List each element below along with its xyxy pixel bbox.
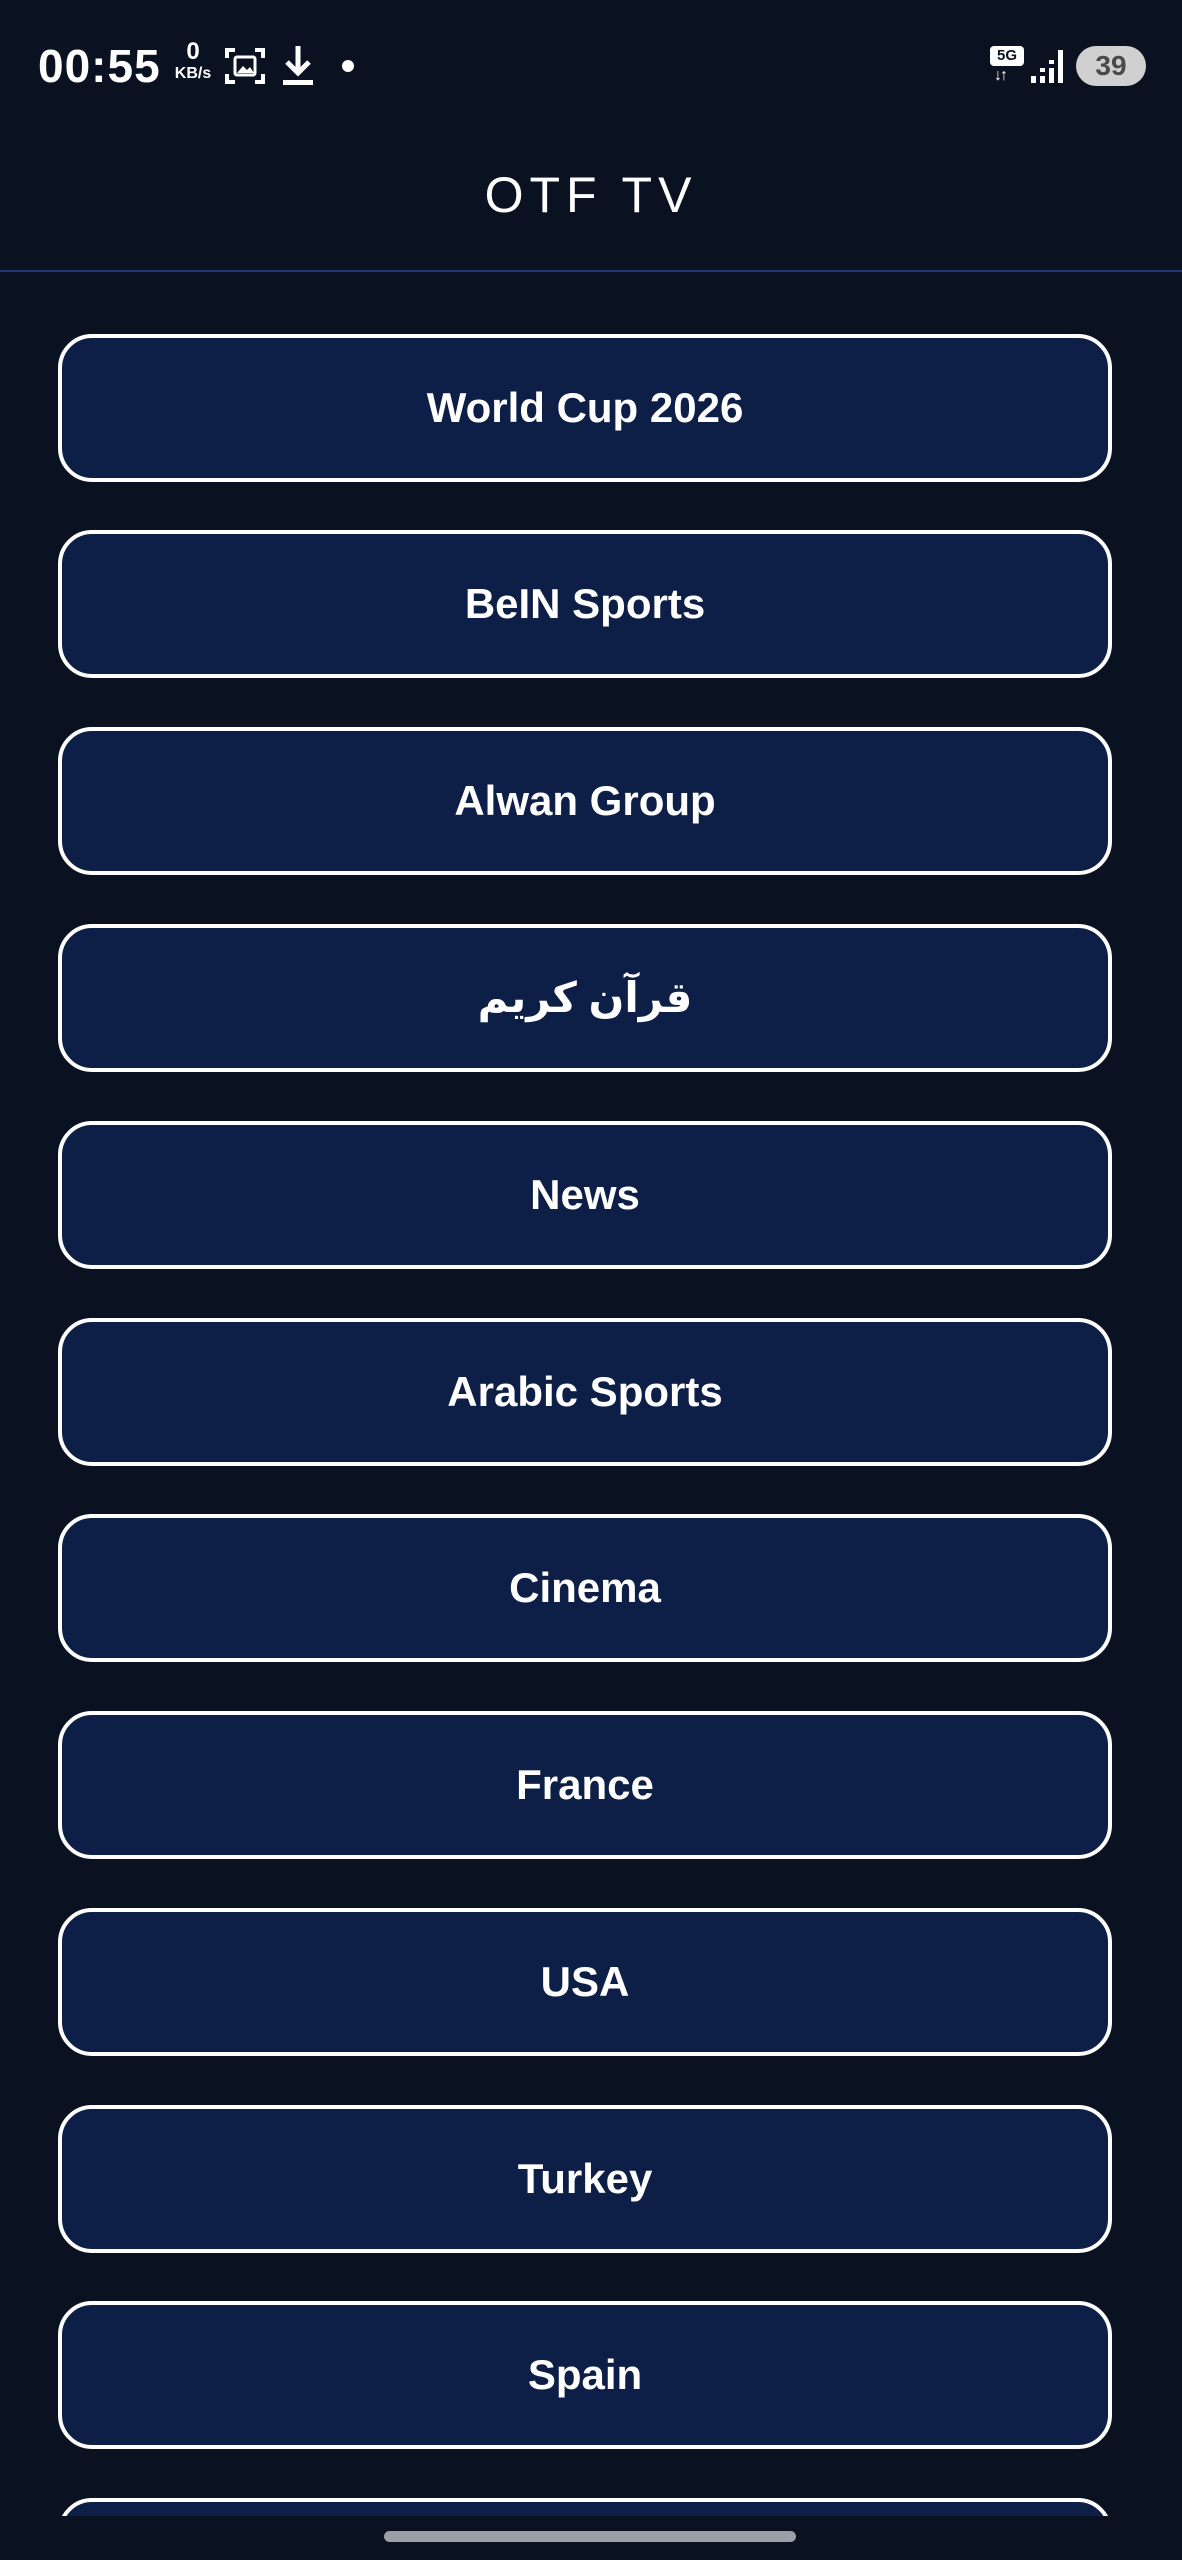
battery-icon: 39 [1076,46,1146,86]
screenshot-icon [225,48,265,84]
category-button-spain[interactable]: Spain [58,2301,1112,2449]
network-speed-value: 0 [186,38,200,65]
category-button-alwan-group[interactable]: Alwan Group [58,727,1112,875]
category-button-world-cup-2026[interactable]: World Cup 2026 [58,334,1112,482]
category-button-france[interactable]: France [58,1711,1112,1859]
category-button-partial[interactable] [58,2498,1112,2516]
notification-dot-icon [342,60,354,72]
data-arrows-icon: ↓↑ [994,67,1008,84]
category-button-arabic-sports[interactable]: Arabic Sports [58,1318,1112,1466]
download-icon [283,46,313,85]
signal-icon [1031,50,1063,83]
category-button-news[interactable]: News [58,1121,1112,1269]
network-speed: 0 KB/s [170,40,216,82]
app-header: OTF TV [0,130,1182,272]
category-list[interactable]: World Cup 2026 BeIN Sports Alwan Group ق… [0,272,1182,2516]
network-type: 5G [990,46,1024,66]
category-button-bein-sports[interactable]: BeIN Sports [58,530,1112,678]
page-title: OTF TV [484,167,698,223]
category-button-turkey[interactable]: Turkey [58,2105,1112,2253]
category-button-cinema[interactable]: Cinema [58,1514,1112,1662]
category-button-usa[interactable]: USA [58,1908,1112,2056]
network-speed-unit: KB/s [174,65,212,82]
5g-icon: 5G ↓↑ [990,46,1024,86]
gesture-nav-handle[interactable] [384,2531,796,2542]
status-bar: 00:55 0 KB/s 5G ↓↑ 39 [0,0,1182,130]
category-button-quran[interactable]: قرآن كريم [58,924,1112,1072]
status-time: 00:55 [38,40,161,92]
